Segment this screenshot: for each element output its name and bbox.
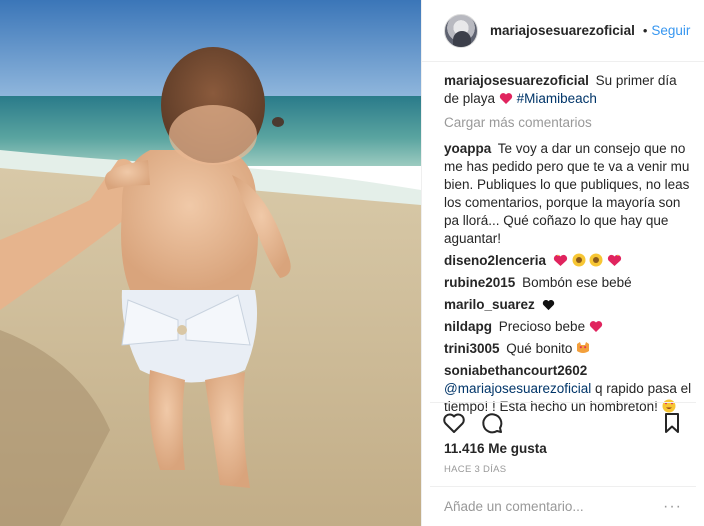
follow-button[interactable]: Seguir — [651, 23, 690, 38]
black-heart-icon — [542, 300, 554, 311]
comment-username[interactable]: yoappa — [444, 141, 491, 156]
sunflower-icon — [572, 253, 586, 267]
sunflower-icon — [589, 253, 603, 267]
sparkling-heart-icon — [608, 254, 622, 266]
post-timestamp: HACE 3 DÍAS — [444, 464, 507, 475]
comment-item: trini3005 Qué bonito — [444, 340, 692, 358]
comment-item: yoappa Te voy a dar un consejo que no me… — [444, 140, 692, 248]
comment-text: Bombón ese bebé — [522, 275, 632, 290]
post-photo[interactable] — [0, 0, 421, 526]
bookmark-icon[interactable] — [660, 411, 684, 435]
mention-link[interactable]: @mariajosesuarezoficial — [444, 381, 591, 396]
hashtag-link[interactable]: #Miamibeach — [517, 91, 597, 106]
comment-username[interactable]: diseno2lenceria — [444, 253, 546, 268]
comment-text: Precioso bebe — [498, 319, 586, 334]
comment-item: nildapg Precioso bebe — [444, 318, 692, 336]
post-header: mariajosesuarezoficial • Seguir — [422, 0, 704, 62]
username-link[interactable]: mariajosesuarezoficial — [490, 23, 635, 38]
comment-text: Te voy a dar un consejo que no me has pe… — [444, 141, 690, 246]
add-comment-bar: ··· — [430, 486, 696, 526]
post-actions-bar — [430, 402, 696, 442]
comment-username[interactable]: trini3005 — [444, 341, 500, 356]
red-heart-icon — [589, 321, 602, 332]
caption: mariajosesuarezoficial Su primer día de … — [444, 72, 692, 108]
comment-username[interactable]: marilo_suarez — [444, 297, 535, 312]
add-comment-input[interactable] — [444, 499, 664, 514]
comment-text: Qué bonito — [506, 341, 573, 356]
heart-outline-icon[interactable] — [442, 411, 466, 435]
post-details-panel: mariajosesuarezoficial • Seguir mariajos… — [421, 0, 704, 526]
comment-username[interactable]: soniabethancourt2602 — [444, 363, 587, 378]
avatar[interactable] — [444, 13, 478, 48]
heart-eyes-cat-icon — [577, 342, 590, 353]
load-more-comments-button[interactable]: Cargar más comentarios — [444, 114, 692, 132]
separator-dot: • — [642, 23, 648, 38]
comment-item: diseno2lenceria — [444, 252, 692, 270]
comment-item: rubine2015 Bombón ese bebé — [444, 274, 692, 292]
comment-item: marilo_suarez — [444, 296, 692, 314]
caption-username[interactable]: mariajosesuarezoficial — [444, 73, 589, 88]
sparkling-heart-icon — [553, 254, 567, 266]
speech-bubble-icon[interactable] — [480, 411, 504, 435]
likes-count[interactable]: 11.416 Me gusta — [444, 441, 547, 456]
red-heart-icon — [499, 93, 512, 104]
comments-list: mariajosesuarezoficial Su primer día de … — [444, 72, 692, 414]
comment-emojis — [553, 253, 622, 268]
comment-username[interactable]: nildapg — [444, 319, 492, 334]
more-options-icon[interactable]: ··· — [663, 498, 682, 516]
comment-username[interactable]: rubine2015 — [444, 275, 515, 290]
